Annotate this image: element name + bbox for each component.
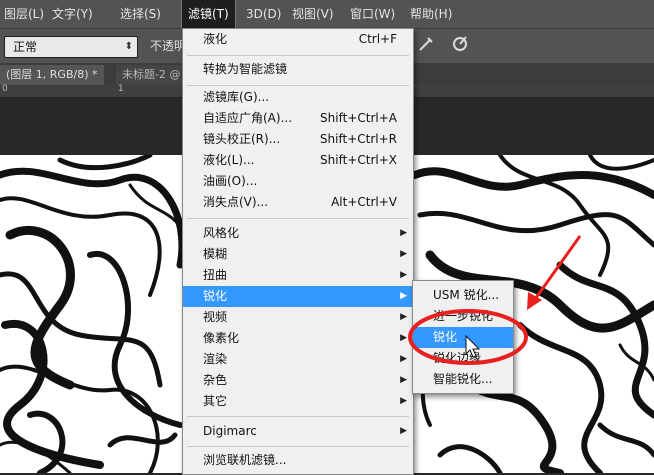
blend-mode-select[interactable]: 正常 ⬍ [4,36,138,58]
menu-view[interactable]: 视图(V) [292,0,334,28]
menu-bar: 图层(L) 文字(Y) 选择(S) 滤镜(T) 3D(D) 视图(V) 窗口(W… [0,0,654,29]
menu-item-distort[interactable]: 扭曲 ▶ [183,265,413,286]
menu-separator [187,416,409,417]
menu-item-label: 镜头校正(R)... [203,132,281,146]
submenu-item-sharpen[interactable]: 锐化 [413,327,513,348]
filter-menu: 液化 Ctrl+F 转换为智能滤镜 滤镜库(G)... 自适应广角(A)... … [182,28,414,475]
menu-item-oil-paint[interactable]: 油画(O)... [183,171,413,192]
menu-item-convert-smart-filter[interactable]: 转换为智能滤镜 [183,59,413,80]
menu-help[interactable]: 帮助(H) [410,0,452,28]
menu-item-last-filter[interactable]: 液化 Ctrl+F [183,29,413,50]
menu-item-label: 自适应广角(A)... [203,111,293,125]
menu-item-label: 进一步锐化 [433,309,494,323]
menu-item-shortcut: Shift+Ctrl+X [320,153,397,167]
menu-item-shortcut: Shift+Ctrl+R [319,132,397,146]
tablet-pressure-icon[interactable] [448,34,472,58]
menu-separator [187,85,409,86]
ruler-mark: 0 [2,84,8,94]
menu-separator [187,218,409,219]
menu-item-label: 扭曲 [203,268,228,282]
menu-item-label: 视频 [203,310,228,324]
menu-item-blur[interactable]: 模糊 ▶ [183,244,413,265]
submenu-arrow-icon: ▶ [400,426,407,436]
menu-item-label: 转换为智能滤镜 [203,62,288,76]
submenu-arrow-icon: ▶ [400,375,407,385]
menu-item-label: 智能锐化... [433,372,493,386]
tab-document-2[interactable]: 未标题-2 @ [116,65,187,85]
blend-mode-value: 正常 [13,40,38,54]
menu-item-label: 液化(L)... [203,153,255,167]
menu-item-other[interactable]: 其它 ▶ [183,391,413,412]
menu-item-label: 其它 [203,394,228,408]
menu-item-shortcut: Shift+Ctrl+A [320,111,397,125]
menu-filter[interactable]: 滤镜(T) [181,0,236,29]
menu-item-label: 风格化 [203,226,240,240]
submenu-arrow-icon: ▶ [400,354,407,364]
submenu-item-sharpen-edges[interactable]: 锐化边缘 [413,348,513,369]
menu-select[interactable]: 选择(S) [120,0,161,28]
menu-type[interactable]: 文字(Y) [52,0,93,28]
menu-item-noise[interactable]: 杂色 ▶ [183,370,413,391]
menu-item-label: 滤镜库(G)... [203,90,270,104]
menu-separator [187,55,409,56]
menu-item-label: 锐化 [203,289,228,303]
menu-item-digimarc[interactable]: Digimarc ▶ [183,421,413,442]
menu-item-liquify[interactable]: 液化(L)... Shift+Ctrl+X [183,150,413,171]
tab-document-1[interactable]: (图层 1, RGB/8) * [0,65,104,85]
submenu-arrow-icon: ▶ [400,270,407,280]
sharpen-submenu: USM 锐化... 进一步锐化 锐化 锐化边缘 智能锐化... [412,280,514,394]
menu-item-lens-correction[interactable]: 镜头校正(R)... Shift+Ctrl+R [183,129,413,150]
menu-item-label: 模糊 [203,247,228,261]
submenu-item-smart-sharpen[interactable]: 智能锐化... [413,369,513,390]
submenu-item-sharpen-more[interactable]: 进一步锐化 [413,306,513,327]
menu-item-filter-gallery[interactable]: 滤镜库(G)... [183,87,413,108]
opacity-label: 不透明 [150,39,187,53]
submenu-arrow-icon: ▶ [400,291,407,301]
menu-item-label: 油画(O)... [203,174,258,188]
menu-item-vanishing-point[interactable]: 消失点(V)... Alt+Ctrl+V [183,192,413,213]
menu-item-label: Digimarc [203,424,257,438]
menu-item-shortcut: Ctrl+F [358,32,397,46]
menu-item-video[interactable]: 视频 ▶ [183,307,413,328]
menu-item-adaptive-wide-angle[interactable]: 自适应广角(A)... Shift+Ctrl+A [183,108,413,129]
menu-item-render[interactable]: 渲染 ▶ [183,349,413,370]
brush-pressure-icon[interactable] [414,34,438,58]
menu-item-label: 液化 [203,32,228,46]
menu-item-sharpen[interactable]: 锐化 ▶ [183,286,413,307]
menu-item-label: 锐化 [433,330,458,344]
menu-item-label: 浏览联机滤镜... [203,453,287,467]
menu-item-label: 消失点(V)... [203,195,269,209]
ruler-mark: 1 [118,84,124,94]
submenu-arrow-icon: ▶ [400,312,407,322]
menu-item-label: USM 锐化... [433,288,500,302]
submenu-arrow-icon: ▶ [400,249,407,259]
submenu-arrow-icon: ▶ [400,228,407,238]
menu-item-label: 杂色 [203,373,228,387]
menu-separator [187,446,409,447]
up-down-arrow-icon: ⬍ [124,41,133,52]
menu-item-browse-online[interactable]: 浏览联机滤镜... [183,450,413,471]
menu-item-label: 像素化 [203,331,240,345]
menu-window[interactable]: 窗口(W) [350,0,395,28]
submenu-arrow-icon: ▶ [400,333,407,343]
menu-item-pixelate[interactable]: 像素化 ▶ [183,328,413,349]
menu-layer[interactable]: 图层(L) [4,0,44,28]
menu-item-label: 渲染 [203,352,228,366]
submenu-item-usm-sharpen[interactable]: USM 锐化... [413,285,513,306]
menu-item-shortcut: Alt+Ctrl+V [331,195,397,209]
submenu-arrow-icon: ▶ [400,396,407,406]
menu-item-stylize[interactable]: 风格化 ▶ [183,223,413,244]
menu-item-label: 锐化边缘 [433,351,482,365]
menu-3d[interactable]: 3D(D) [246,0,281,28]
